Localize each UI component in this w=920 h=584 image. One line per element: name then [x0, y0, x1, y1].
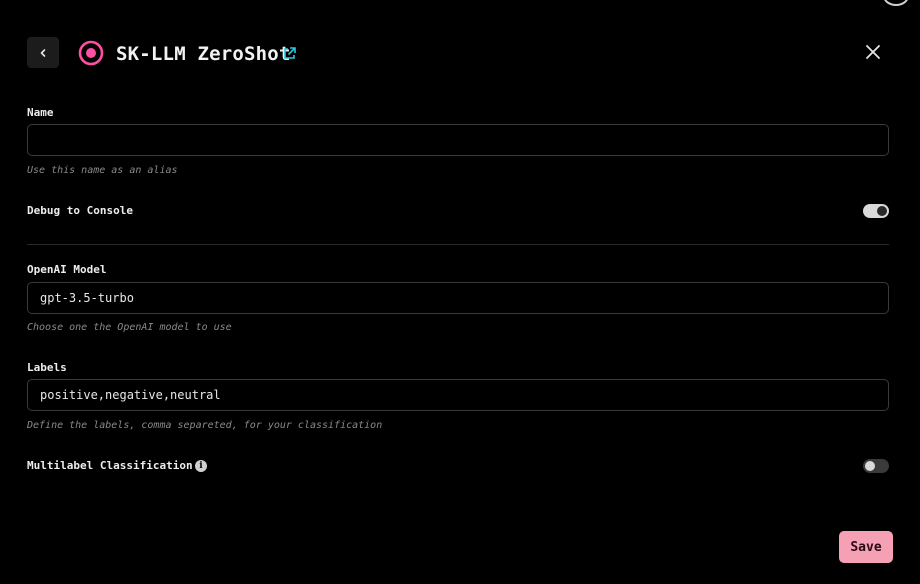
multilabel-label: Multilabel Classification [27, 459, 193, 472]
model-input[interactable] [27, 282, 889, 314]
debug-toggle[interactable] [863, 204, 889, 218]
debug-label: Debug to Console [27, 204, 133, 217]
chevron-left-icon [40, 48, 46, 57]
save-button[interactable]: Save [839, 531, 893, 563]
toggle-knob [877, 206, 887, 216]
labels-label: Labels [27, 361, 67, 374]
labels-input[interactable] [27, 379, 889, 411]
model-hint: Choose one the OpenAI model to use [27, 322, 232, 333]
section-divider [27, 244, 889, 245]
name-label: Name [27, 106, 54, 119]
multilabel-toggle[interactable] [863, 459, 889, 473]
back-button[interactable] [27, 37, 59, 68]
close-icon[interactable] [864, 43, 882, 61]
external-link-icon[interactable] [282, 46, 297, 61]
name-hint: Use this name as an alias [27, 165, 178, 176]
model-label: OpenAI Model [27, 263, 107, 276]
info-icon[interactable]: i [195, 460, 207, 472]
toggle-knob [865, 461, 875, 471]
page-title: SK-LLM ZeroShot [116, 43, 291, 65]
name-input[interactable] [27, 124, 889, 156]
partial-circle-decoration [883, 0, 909, 6]
target-node-icon [78, 40, 104, 66]
labels-hint: Define the labels, comma separeted, for … [27, 420, 383, 431]
